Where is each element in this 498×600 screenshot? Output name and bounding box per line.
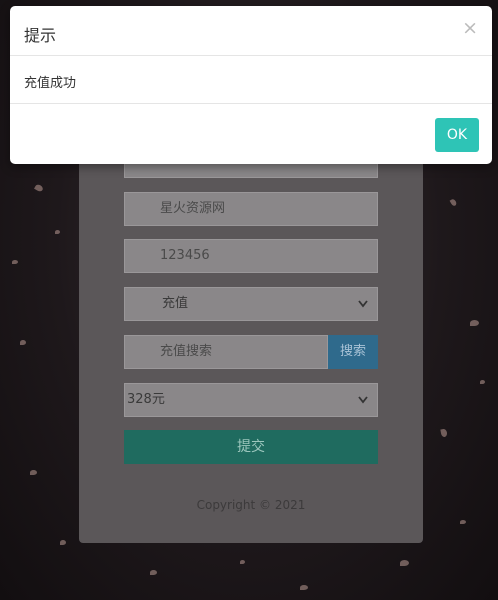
submit-button[interactable]: 提交	[124, 430, 378, 464]
password-field[interactable]: 123456	[124, 239, 378, 273]
action-select[interactable]: 充值	[124, 287, 378, 321]
dialog-header: 提示 ×	[10, 6, 492, 56]
amount-select-value: 328元	[127, 392, 165, 407]
search-placeholder: 充值搜索	[160, 344, 213, 359]
dialog-title: 提示	[24, 26, 57, 45]
chevron-down-icon	[357, 288, 369, 332]
search-button[interactable]: 搜索	[328, 335, 378, 369]
chevron-down-icon	[357, 384, 369, 428]
action-select-value: 充值	[162, 296, 189, 311]
copyright-text: Copyright © 2021	[196, 498, 306, 512]
site-name-value: 星火资源网	[160, 201, 226, 216]
dialog-message: 充值成功	[24, 76, 77, 91]
amount-select[interactable]: 328元	[124, 383, 378, 417]
search-group: 充值搜索 搜索	[124, 335, 378, 369]
password-value: 123456	[160, 248, 210, 263]
site-name-field[interactable]: 星火资源网	[124, 192, 378, 226]
close-icon[interactable]: ×	[462, 19, 478, 38]
search-input[interactable]: 充值搜索	[124, 335, 328, 369]
alert-dialog: 提示 × 充值成功 OK	[10, 6, 492, 164]
ok-button[interactable]: OK	[435, 118, 479, 152]
dialog-body: 充值成功	[10, 56, 492, 104]
